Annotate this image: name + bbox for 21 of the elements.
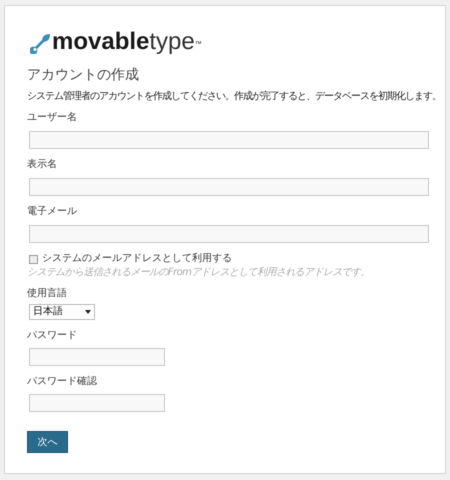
description: システム管理者のアカウントを作成してください。作成が完了すると、データベースを初期化します。 bbox=[27, 90, 441, 104]
checkbox[interactable] bbox=[29, 254, 38, 264]
wrench-icon bbox=[30, 32, 52, 54]
text-field[interactable] bbox=[29, 178, 429, 196]
page-title: アカウントの作成 bbox=[27, 66, 139, 84]
language-dropdown[interactable]: 日本語 bbox=[29, 304, 95, 320]
next-button[interactable]: 次へ bbox=[27, 431, 68, 453]
dropdown-caret-icon bbox=[85, 310, 91, 314]
hint-text: システムから送信されるメールのFromアドレスとして利用されるアドレスです。 bbox=[27, 266, 370, 280]
field-label: 電子メール bbox=[27, 205, 77, 219]
text-field[interactable] bbox=[29, 131, 429, 149]
checkbox-label: システムのメールアドレスとして利用する bbox=[42, 252, 232, 266]
logo-text: movabletype$^{™}$ bbox=[52, 30, 202, 54]
field-label: パスワード確認 bbox=[27, 375, 97, 389]
field-label: パスワード bbox=[27, 329, 77, 343]
password-field[interactable] bbox=[29, 348, 165, 366]
field-label: ユーザー名 bbox=[27, 111, 77, 125]
field-label: 使用言語 bbox=[27, 287, 67, 301]
password-field[interactable] bbox=[29, 394, 165, 412]
text-field[interactable] bbox=[29, 225, 429, 243]
field-label: 表示名 bbox=[27, 158, 57, 172]
